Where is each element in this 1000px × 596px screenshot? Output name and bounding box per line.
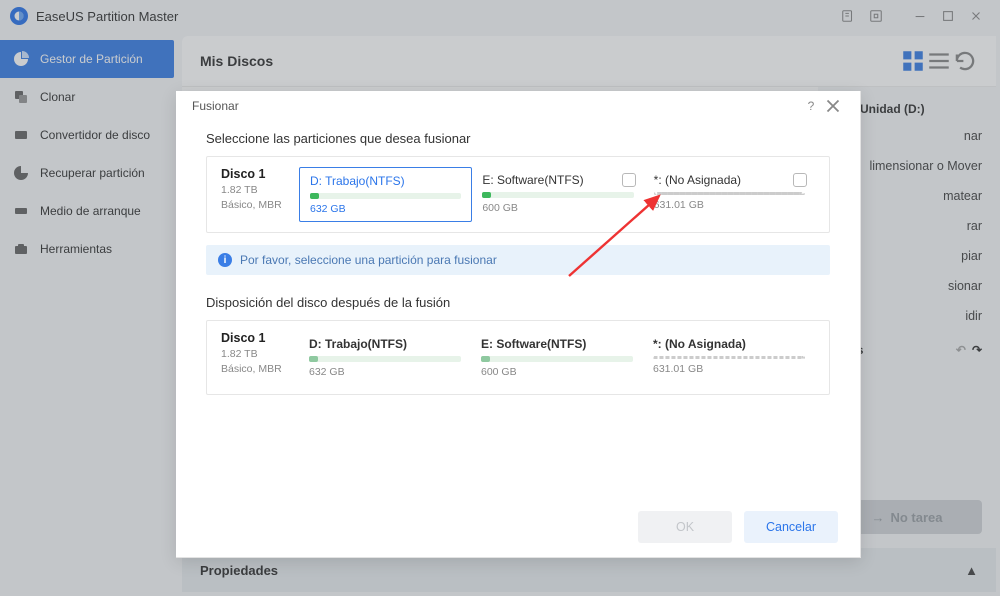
refresh-icon[interactable]	[952, 48, 978, 74]
list-view-icon[interactable]	[926, 48, 952, 74]
toolbox-icon	[12, 240, 30, 258]
modal-titlebar: Fusionar ?	[176, 91, 860, 121]
result-partition-e: E: Software(NTFS) 600 GB	[471, 331, 643, 384]
arrow-right-icon: →	[871, 510, 884, 525]
partition-d[interactable]: D: Trabajo(NTFS) 632 GB	[299, 167, 472, 222]
boot-icon	[12, 202, 30, 220]
section-after-merge: Disposición del disco después de la fusi…	[206, 295, 830, 310]
titlebar: EaseUS Partition Master	[0, 0, 1000, 32]
disk-info-result: Disco 1 1.82 TB Básico, MBR	[221, 331, 299, 384]
cancel-button[interactable]: Cancelar	[744, 511, 838, 543]
clone-icon	[12, 88, 30, 106]
info-icon: i	[218, 253, 232, 267]
partition-e[interactable]: E: Software(NTFS) 600 GB	[472, 167, 643, 222]
app-title: EaseUS Partition Master	[36, 9, 178, 24]
recover-icon	[12, 164, 30, 182]
sidebar-item-partition-manager[interactable]: Gestor de Partición	[0, 40, 174, 78]
sidebar-item-recover-partition[interactable]: Recuperar partición	[0, 154, 182, 192]
sidebar-item-boot-media[interactable]: Medio de arranque	[0, 192, 182, 230]
disk-row-result: Disco 1 1.82 TB Básico, MBR D: Trabajo(N…	[206, 320, 830, 395]
modal-footer: OK Cancelar	[176, 497, 860, 557]
merge-modal: Fusionar ? Seleccione las particiones qu…	[176, 91, 861, 558]
content-title: Mis Discos	[200, 53, 273, 69]
redo-icon[interactable]: ↷	[972, 343, 982, 357]
ok-button[interactable]: OK	[638, 511, 732, 543]
modal-close-icon[interactable]	[822, 95, 844, 117]
sidebar-item-clone[interactable]: Clonar	[0, 78, 182, 116]
disk-icon	[12, 126, 30, 144]
sidebar: Gestor de Partición Clonar Convertidor d…	[0, 32, 182, 596]
disk-row-source: Disco 1 1.82 TB Básico, MBR D: Trabajo(N…	[206, 156, 830, 233]
grid-view-icon[interactable]	[900, 48, 926, 74]
pie-icon	[12, 50, 30, 68]
info-banner: i Por favor, seleccione una partición pa…	[206, 245, 830, 275]
partition-unallocated[interactable]: *: (No Asignada) 631.01 GB	[644, 167, 815, 222]
result-partition-unallocated: *: (No Asignada) 631.01 GB	[643, 331, 815, 384]
maximize-button[interactable]	[934, 2, 962, 30]
feedback-icon[interactable]	[834, 2, 862, 30]
partition-unallocated-checkbox[interactable]	[793, 173, 807, 187]
section-select-partitions: Seleccione las particiones que desea fus…	[206, 131, 830, 146]
result-partition-d: D: Trabajo(NTFS) 632 GB	[299, 331, 471, 384]
content-header: Mis Discos	[182, 36, 996, 87]
settings-icon[interactable]	[862, 2, 890, 30]
modal-title: Fusionar	[192, 99, 239, 113]
disk-info: Disco 1 1.82 TB Básico, MBR	[221, 167, 299, 222]
partition-e-checkbox[interactable]	[622, 173, 636, 187]
minimize-button[interactable]	[906, 2, 934, 30]
chevron-up-icon: ▲	[965, 563, 978, 578]
help-icon[interactable]: ?	[800, 95, 822, 117]
sidebar-item-tools[interactable]: Herramientas	[0, 230, 182, 268]
undo-icon[interactable]: ↶	[956, 343, 966, 357]
app-logo	[10, 7, 28, 25]
sidebar-item-disk-converter[interactable]: Convertidor de disco	[0, 116, 182, 154]
close-button[interactable]	[962, 2, 990, 30]
